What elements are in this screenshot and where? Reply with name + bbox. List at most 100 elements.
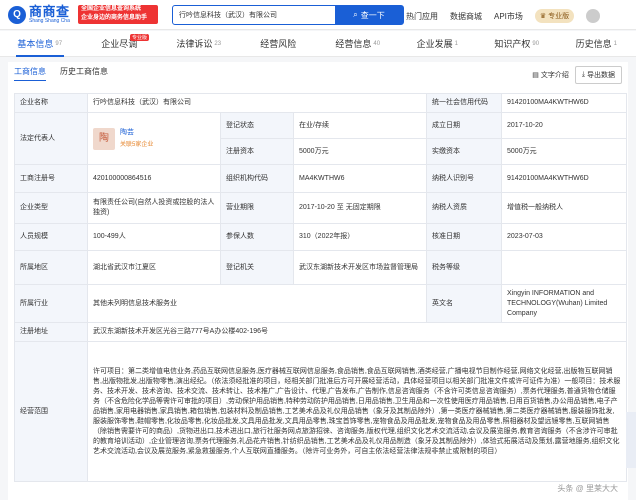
tab-label: 法律诉讼 bbox=[176, 39, 213, 49]
business-info-table: 企业名称 行吟信息科技（武汉）有限公司 统一社会信用代码 91420100MA4… bbox=[14, 93, 628, 482]
legal-rep-cell: 陶 陶芸 关联5家企业 bbox=[87, 112, 221, 165]
nav-hot-apps[interactable]: 热门应用 bbox=[406, 11, 438, 22]
tax-credit-label: 税务等级 bbox=[426, 250, 503, 285]
staff-label: 人员规模 bbox=[14, 223, 88, 251]
founded: 2017-10-20 bbox=[501, 112, 628, 139]
logo-title: 商商查 bbox=[29, 4, 70, 19]
insured: 310（2022年报） bbox=[292, 223, 428, 251]
english-name-label: 英文名 bbox=[426, 284, 503, 323]
table-row: 注册地址 武汉东湖新技术开发区光谷三路777号A办公楼402-196号 bbox=[14, 322, 628, 342]
business-scope: 许可项目：第二类增值电信业务,药品互联网信息服务,医疗器械互联网信息服务,食品销… bbox=[86, 341, 628, 482]
reg-status: 在业/存续 bbox=[292, 112, 428, 139]
paid-capital: 5000万元 bbox=[501, 138, 628, 165]
company-type: 有限责任公司(自然人投资或控股的法人独资) bbox=[87, 192, 221, 224]
sub-tabs: 工商信息 历史工商信息 bbox=[14, 66, 108, 81]
subtab-business-info[interactable]: 工商信息 bbox=[14, 66, 46, 81]
reg-capital-label: 注册资本 bbox=[220, 138, 294, 165]
approval: 2023-07-03 bbox=[501, 223, 628, 251]
panel-tools: ▤ 文字介绍 ⤓ 导出数据 bbox=[532, 66, 622, 84]
company-type-label: 企业类型 bbox=[14, 192, 88, 224]
authority-label: 登记机关 bbox=[220, 250, 294, 285]
nav-data-mall[interactable]: 数据商城 bbox=[450, 11, 482, 22]
tab-development[interactable]: 企业发展 1 bbox=[398, 31, 478, 56]
tab-label: 企业发展 bbox=[416, 39, 453, 49]
tab-label: 知识产权 bbox=[494, 39, 531, 49]
tab-count: 1 bbox=[454, 40, 458, 47]
industry: 其他未列明信息技术服务业 bbox=[86, 284, 428, 323]
credit-code-label: 统一社会信用代码 bbox=[426, 93, 503, 113]
table-row: 人员规模 100-499人 参保人数 310（2022年报） 核准日期 2023… bbox=[14, 223, 628, 251]
tab-basic-info[interactable]: 基本信息 97 bbox=[0, 31, 80, 57]
logo[interactable]: Q 商商查 Shang Shang Cha bbox=[8, 5, 70, 24]
crown-icon: ♛ bbox=[539, 13, 547, 20]
legal-rep-related[interactable]: 关联5家企业 bbox=[120, 140, 153, 150]
search-button[interactable]: ⌕ 查一下 bbox=[335, 6, 403, 24]
subtab-history-business-info[interactable]: 历史工商信息 bbox=[60, 66, 108, 81]
address: 武汉东湖新技术开发区光谷三路777号A办公楼402-196号 bbox=[86, 322, 628, 342]
user-avatar[interactable] bbox=[586, 9, 601, 23]
tab-ip[interactable]: 知识产权 90 bbox=[477, 31, 557, 56]
table-row: 法定代表人 陶 陶芸 关联5家企业 登记状态 在业/存续 成立日期 2017-1… bbox=[14, 112, 628, 165]
promo-line-1: 全国企业信息查询系统 bbox=[81, 6, 142, 12]
taxpayer-id: 91420100MA4KWTHW6D bbox=[501, 164, 628, 193]
export-label: 导出数据 bbox=[587, 72, 615, 79]
insured-label: 参保人数 bbox=[220, 223, 294, 251]
staff: 100-499人 bbox=[87, 223, 221, 251]
nav-api-market[interactable]: API市场 bbox=[494, 11, 523, 22]
taxpayer-qual: 增值税一般纳税人 bbox=[501, 192, 628, 224]
term: 2017-10-20 至 无固定期限 bbox=[292, 192, 428, 224]
search-box: ⌕ 查一下 bbox=[172, 5, 404, 25]
org-code: MA4KWTHW6 bbox=[292, 164, 428, 193]
top-nav: 热门应用 数据商城 API市场 ♛ 专业版 bbox=[406, 9, 601, 23]
region: 湖北省武汉市江夏区 bbox=[87, 250, 221, 285]
tab-count: 97 bbox=[55, 40, 63, 47]
legal-rep-name[interactable]: 陶芸 bbox=[120, 128, 153, 138]
tab-business-risk[interactable]: 经营风险 bbox=[239, 31, 319, 56]
english-name: Xingyin INFORMATION and TECHNOLOGY(Wuhan… bbox=[501, 284, 628, 323]
tab-history[interactable]: 历史信息 1 bbox=[557, 31, 636, 56]
company-name: 行吟信息科技（武汉）有限公司 bbox=[86, 93, 428, 113]
tab-due-diligence[interactable]: 企业尽调 专业版 bbox=[80, 31, 160, 56]
industry-label: 所属行业 bbox=[14, 284, 88, 323]
top-bar: Q 商商查 Shang Shang Cha 全国企业信息查询系统 企业身边的商务… bbox=[0, 0, 636, 30]
table-row: 所属地区 湖北省武汉市江夏区 登记机关 武汉东湖新技术开发区市场监督管理局 税务… bbox=[14, 250, 628, 285]
taxpayer-qual-label: 纳税人资质 bbox=[426, 192, 503, 224]
region-label: 所属地区 bbox=[14, 250, 88, 285]
legal-rep-label: 法定代表人 bbox=[14, 112, 88, 165]
tab-litigation[interactable]: 法律诉讼 23 bbox=[159, 31, 239, 56]
watermark: 头条 @ 里莱大大 bbox=[557, 484, 618, 493]
vip-label: 专业版 bbox=[548, 13, 570, 20]
tab-count: 90 bbox=[532, 40, 540, 47]
reg-no: 420100000864516 bbox=[87, 164, 221, 193]
company-name-label: 企业名称 bbox=[14, 93, 88, 113]
address-label: 注册地址 bbox=[14, 322, 88, 342]
taxpayer-id-label: 纳税人识别号 bbox=[426, 164, 503, 193]
reg-status-label: 登记状态 bbox=[220, 112, 294, 139]
search-input[interactable] bbox=[173, 6, 335, 24]
logo-icon: Q bbox=[8, 5, 26, 24]
side-float-toolbar[interactable] bbox=[626, 412, 636, 468]
main-tabs: 基本信息 97 企业尽调 专业版 法律诉讼 23 经营风险 经营信息 40 企业发展 1 … bbox=[0, 31, 636, 57]
tab-label: 基本信息 bbox=[17, 39, 54, 49]
tab-count: 23 bbox=[214, 40, 222, 47]
scope-label: 经营范围 bbox=[14, 341, 88, 482]
content-panel: 工商信息 历史工商信息 ▤ 文字介绍 ⤓ 导出数据 企业名称 行吟信息科技（武汉）有… bbox=[8, 62, 628, 500]
download-icon: ⤓ bbox=[581, 71, 585, 78]
promo-banner[interactable]: 全国企业信息查询系统 企业身边的商务信息助手 bbox=[78, 5, 158, 24]
tab-count: 1 bbox=[613, 40, 617, 47]
credit-code: 91420100MA4KWTHW6D bbox=[501, 93, 628, 113]
text-intro-button[interactable]: ▤ 文字介绍 bbox=[532, 70, 569, 80]
table-row: 经营范围 许可项目：第二类增值电信业务,药品互联网信息服务,医疗器械互联网信息服… bbox=[14, 341, 628, 482]
text-intro-label: 文字介绍 bbox=[540, 72, 569, 79]
table-row: 企业类型 有限责任公司(自然人投资或控股的法人独资) 营业期限 2017-10-… bbox=[14, 192, 628, 224]
search-button-label: 查一下 bbox=[360, 10, 385, 20]
vip-badge[interactable]: ♛ 专业版 bbox=[534, 9, 575, 23]
promo-line-2: 企业身边的商务信息助手 bbox=[81, 15, 148, 21]
reg-capital: 5000万元 bbox=[292, 138, 428, 165]
legal-rep-avatar: 陶 bbox=[93, 127, 115, 150]
tab-label: 经营风险 bbox=[260, 39, 297, 49]
export-button[interactable]: ⤓ 导出数据 bbox=[574, 66, 622, 84]
search-icon: ⌕ bbox=[353, 10, 358, 19]
logo-subtitle: Shang Shang Cha bbox=[29, 18, 70, 24]
tab-business-info[interactable]: 经营信息 40 bbox=[318, 31, 398, 56]
